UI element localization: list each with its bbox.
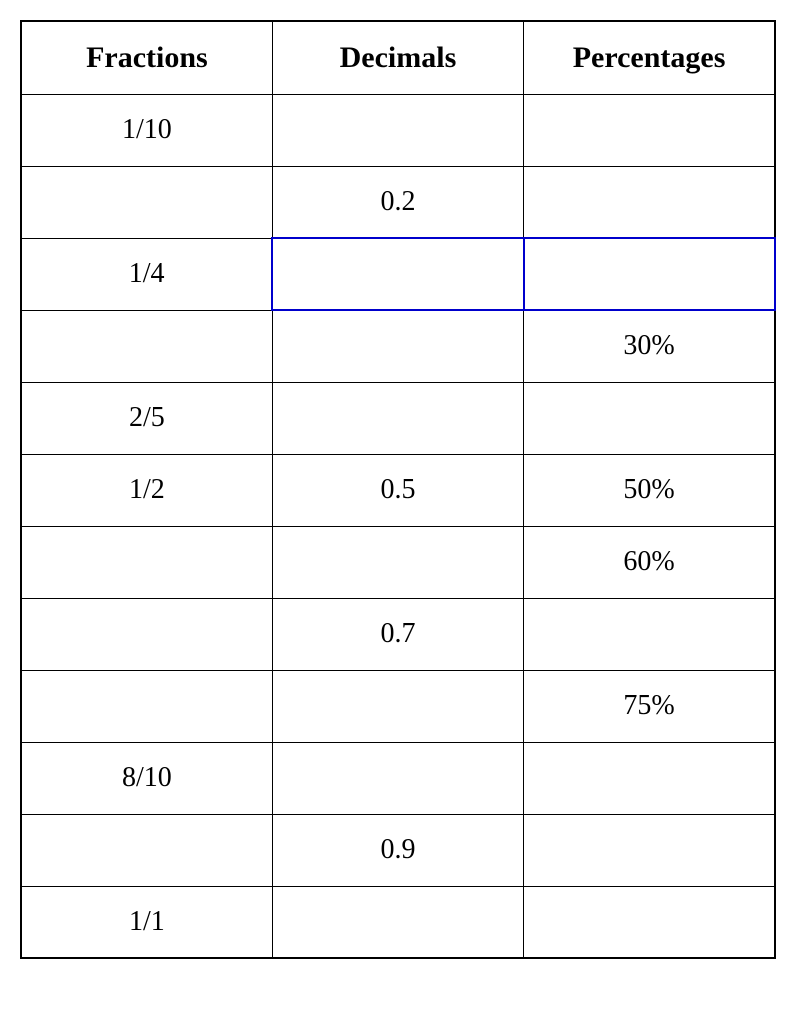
cell-decimal: 0.9 — [272, 814, 523, 886]
cell-percentage — [524, 598, 775, 670]
table-row: 0.9 — [21, 814, 775, 886]
fractions-decimals-percentages-table: Fractions Decimals Percentages 1/100.21/… — [20, 20, 776, 959]
cell-percentage: 50% — [524, 454, 775, 526]
cell-fraction — [21, 814, 272, 886]
cell-percentage — [524, 886, 775, 958]
cell-fraction: 8/10 — [21, 742, 272, 814]
cell-decimal: 0.2 — [272, 166, 523, 238]
cell-percentage — [524, 382, 775, 454]
table-row: 1/1 — [21, 886, 775, 958]
table-row: 30% — [21, 310, 775, 382]
cell-percentage: 75% — [524, 670, 775, 742]
cell-percentage — [524, 238, 775, 310]
cell-percentage — [524, 166, 775, 238]
cell-decimal — [272, 310, 523, 382]
cell-fraction — [21, 526, 272, 598]
cell-fraction: 2/5 — [21, 382, 272, 454]
cell-fraction: 1/1 — [21, 886, 272, 958]
cell-decimal — [272, 742, 523, 814]
cell-decimal: 0.7 — [272, 598, 523, 670]
header-decimals: Decimals — [272, 21, 523, 94]
cell-percentage — [524, 94, 775, 166]
cell-fraction — [21, 598, 272, 670]
cell-percentage — [524, 814, 775, 886]
cell-fraction: 1/4 — [21, 238, 272, 310]
cell-decimal: 0.5 — [272, 454, 523, 526]
cell-decimal — [272, 238, 523, 310]
header-row: Fractions Decimals Percentages — [21, 21, 775, 94]
cell-fraction — [21, 310, 272, 382]
header-percentages: Percentages — [524, 21, 775, 94]
table-row: 8/10 — [21, 742, 775, 814]
table-row: 1/20.550% — [21, 454, 775, 526]
cell-decimal — [272, 526, 523, 598]
header-fractions: Fractions — [21, 21, 272, 94]
cell-decimal — [272, 886, 523, 958]
table-wrapper: Fractions Decimals Percentages 1/100.21/… — [20, 20, 776, 959]
cell-percentage — [524, 742, 775, 814]
cell-percentage: 30% — [524, 310, 775, 382]
table-row: 1/10 — [21, 94, 775, 166]
cell-fraction — [21, 166, 272, 238]
cell-fraction — [21, 670, 272, 742]
table-row: 1/4 — [21, 238, 775, 310]
cell-decimal — [272, 382, 523, 454]
cell-fraction: 1/10 — [21, 94, 272, 166]
table-row: 75% — [21, 670, 775, 742]
table-row: 2/5 — [21, 382, 775, 454]
table-row: 60% — [21, 526, 775, 598]
cell-decimal — [272, 94, 523, 166]
cell-fraction: 1/2 — [21, 454, 272, 526]
table-row: 0.7 — [21, 598, 775, 670]
cell-percentage: 60% — [524, 526, 775, 598]
cell-decimal — [272, 670, 523, 742]
table-row: 0.2 — [21, 166, 775, 238]
